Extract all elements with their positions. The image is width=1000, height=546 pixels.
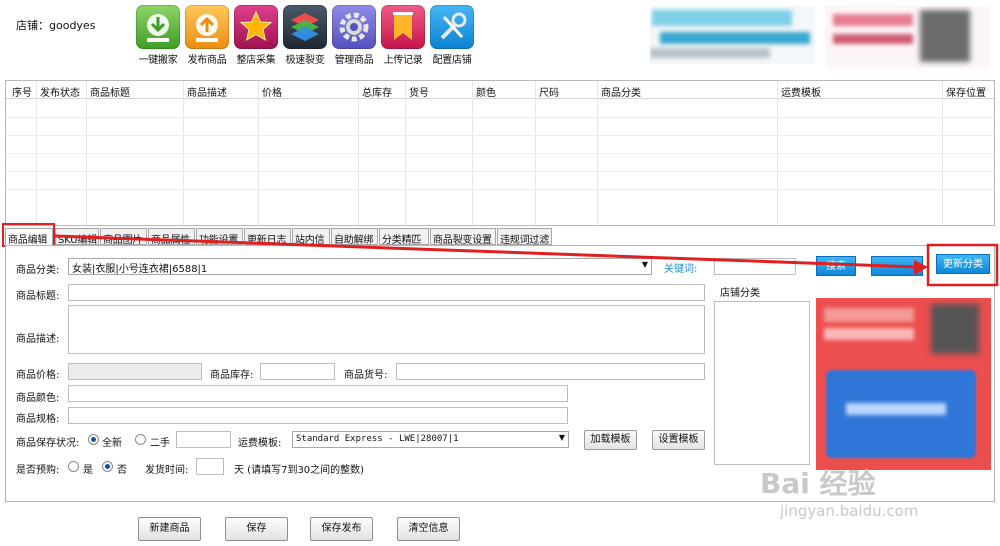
clear-info-button[interactable]: 清空信息 [397,517,460,541]
save-publish-button[interactable]: 保存发布 [310,517,373,541]
watermark-url: jingyan.baidu.com [780,502,919,520]
highlight-arrow-line [54,234,919,269]
save-button[interactable]: 保存 [225,517,288,541]
highlight-box-update-category [926,243,999,287]
arrow-head-icon [914,260,928,275]
new-product-button[interactable]: 新建商品 [138,517,201,541]
baidu-watermark-logo: Bai 经验 [760,467,876,500]
